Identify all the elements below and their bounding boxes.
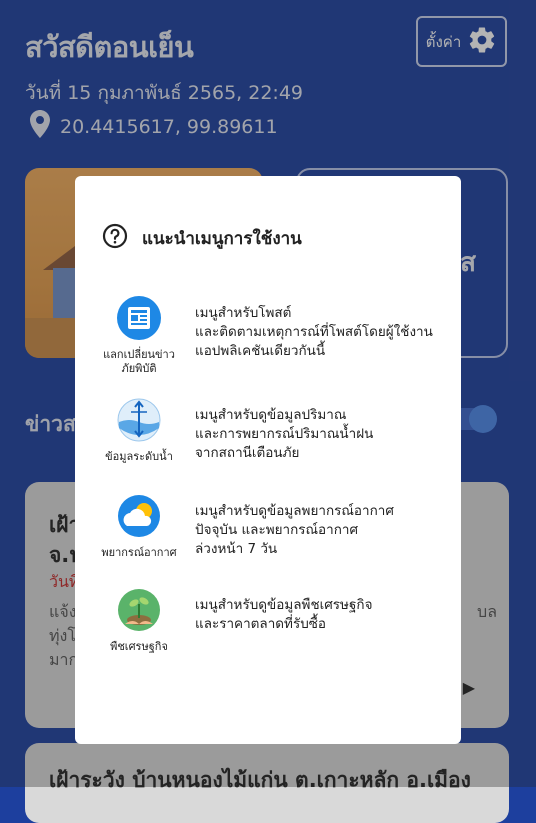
weather-icon <box>117 494 161 542</box>
menu-icon-label: ข้อมูลระดับน้ำ <box>105 450 173 464</box>
menu-description-line: เมนูสำหรับดูข้อมูลพืชเศรษฐกิจ <box>195 597 373 613</box>
menu-description-line: แอปพลิเคชันเดียวกันนี้ <box>195 343 326 359</box>
menu-icon-label-line: พืชเศรษฐกิจ <box>110 640 168 653</box>
menu-icon-column: พยากรณ์อากาศ <box>95 494 183 560</box>
menu-item-economic-crops: พืชเศรษฐกิจ เมนูสำหรับดูข้อมูลพืชเศรษฐกิ… <box>95 588 445 654</box>
modal-header: แนะนำเมนูการใช้งาน <box>102 223 302 253</box>
menu-description: เมนูสำหรับดูข้อมูลปริมาณ และการพยากรณ์ปร… <box>195 406 373 463</box>
crop-icon <box>117 588 161 636</box>
menu-icon-label: พยากรณ์อากาศ <box>101 546 176 560</box>
menu-icon-label-line: ข้อมูลระดับน้ำ <box>105 450 173 463</box>
menu-icon-label: พืชเศรษฐกิจ <box>110 640 168 654</box>
menu-description-line: และการพยากรณ์ปริมาณน้ำฝน <box>195 426 374 442</box>
menu-description: เมนูสำหรับดูข้อมูลพืชเศรษฐกิจ และราคาตลา… <box>195 596 372 634</box>
menu-guide-modal: แนะนำเมนูการใช้งาน แลกเปลี่ยนข่าว ภัยพิบ… <box>75 176 461 744</box>
menu-icon-column: ข้อมูลระดับน้ำ <box>95 398 183 464</box>
menu-icon-column: พืชเศรษฐกิจ <box>95 588 183 654</box>
menu-description: เมนูสำหรับดูข้อมูลพยากรณ์อากาศ ปัจจุบัน … <box>195 502 394 559</box>
menu-item-news-exchange: แลกเปลี่ยนข่าว ภัยพิบัติ เมนูสำหรับโพสต์… <box>95 296 445 376</box>
menu-description-line: ล่วงหน้า 7 วัน <box>195 541 278 557</box>
menu-description-line: และราคาตลาดที่รับซื้อ <box>195 616 327 632</box>
menu-icon-label-line: ภัยพิบัติ <box>121 362 157 375</box>
menu-description-line: ปัจจุบัน และพยากรณ์อากาศ <box>195 522 359 538</box>
menu-description: เมนูสำหรับโพสต์ และติดตามเหตุการณ์ที่โพส… <box>195 304 433 361</box>
news-exchange-icon <box>117 296 161 344</box>
menu-icon-label-line: พยากรณ์อากาศ <box>101 546 177 559</box>
menu-item-water-level: ข้อมูลระดับน้ำ เมนูสำหรับดูข้อมูลปริมาณ … <box>95 398 445 464</box>
help-circle-icon <box>102 223 128 253</box>
menu-icon-label: แลกเปลี่ยนข่าว ภัยพิบัติ <box>103 348 175 376</box>
water-level-icon <box>117 398 161 446</box>
menu-item-weather: พยากรณ์อากาศ เมนูสำหรับดูข้อมูลพยากรณ์อา… <box>95 494 445 560</box>
menu-description-line: และติดตามเหตุการณ์ที่โพสต์โดยผู้ใช้งาน <box>195 324 433 340</box>
modal-title: แนะนำเมนูการใช้งาน <box>142 228 302 249</box>
menu-description-line: เมนูสำหรับโพสต์ <box>195 305 292 321</box>
menu-description-line: จากสถานีเตือนภัย <box>195 445 300 461</box>
menu-icon-label-line: แลกเปลี่ยนข่าว <box>103 348 175 361</box>
menu-description-line: เมนูสำหรับดูข้อมูลปริมาณ <box>195 407 347 423</box>
menu-icon-column: แลกเปลี่ยนข่าว ภัยพิบัติ <box>95 296 183 376</box>
menu-description-line: เมนูสำหรับดูข้อมูลพยากรณ์อากาศ <box>195 503 394 519</box>
